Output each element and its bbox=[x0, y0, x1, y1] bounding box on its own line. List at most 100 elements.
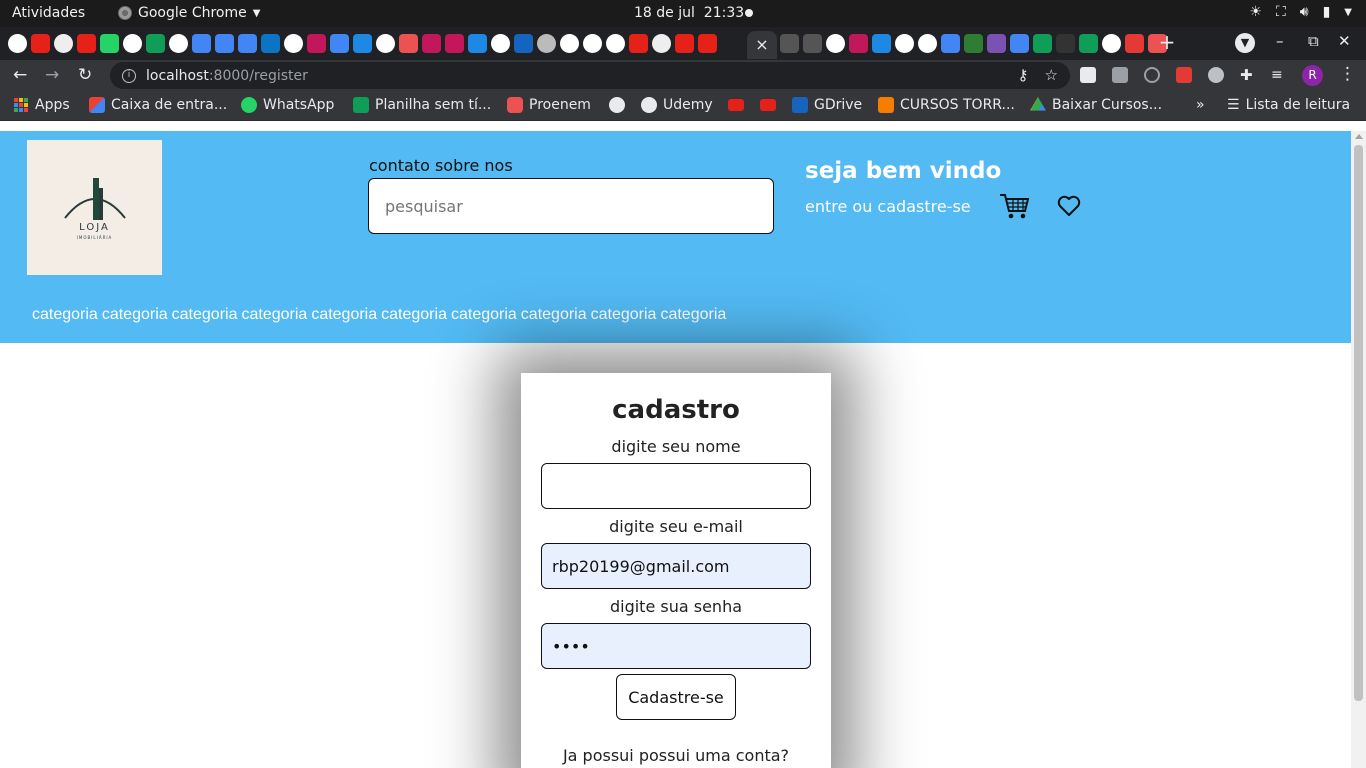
tab-favicon-icon[interactable] bbox=[1102, 34, 1121, 53]
tab-favicon-icon[interactable] bbox=[583, 34, 602, 53]
password-field[interactable] bbox=[541, 623, 811, 669]
bookmark-proenem[interactable]: Proenem bbox=[507, 97, 591, 113]
category-link[interactable]: categoria bbox=[660, 306, 726, 324]
tab-favicon-icon[interactable] bbox=[307, 34, 326, 53]
tab-favicon-icon[interactable] bbox=[445, 34, 464, 53]
register-submit-button[interactable]: Cadastre-se bbox=[616, 674, 736, 720]
tab-favicon-icon[interactable] bbox=[399, 34, 418, 53]
tab-favicon-icon[interactable] bbox=[100, 34, 119, 53]
scrollbar-thumb[interactable] bbox=[1354, 145, 1363, 701]
close-window-icon[interactable]: ✕ bbox=[1338, 32, 1351, 50]
star-icon[interactable]: ☆ bbox=[1045, 66, 1058, 84]
tab-favicon-icon[interactable] bbox=[872, 34, 891, 53]
category-link[interactable]: categoria bbox=[102, 306, 168, 324]
tab-favicon-icon[interactable] bbox=[284, 34, 303, 53]
more-menu-icon[interactable]: ⋮ bbox=[1339, 64, 1356, 84]
tab-favicon-icon[interactable] bbox=[54, 34, 73, 53]
bookmark-globe[interactable] bbox=[609, 97, 625, 113]
bookmark-udemy[interactable]: Udemy bbox=[641, 97, 713, 113]
key-icon[interactable]: ⚷ bbox=[1018, 66, 1029, 84]
info-icon[interactable]: i bbox=[122, 68, 136, 83]
tab-favicon-icon[interactable] bbox=[918, 34, 937, 53]
minimize-icon[interactable]: – bbox=[1276, 32, 1284, 50]
maximize-icon[interactable]: ⧉ bbox=[1308, 32, 1319, 50]
tab-favicon-icon[interactable] bbox=[192, 34, 211, 53]
tab-favicon-icon[interactable] bbox=[652, 34, 671, 53]
tab-favicon-icon[interactable] bbox=[849, 34, 868, 53]
tab-favicon-icon[interactable] bbox=[1033, 34, 1052, 53]
page-scrollbar[interactable] bbox=[1351, 131, 1366, 768]
close-icon[interactable]: × bbox=[755, 35, 768, 54]
bookmark-apps[interactable]: Apps bbox=[14, 97, 70, 113]
bookmarks-overflow-button[interactable]: » bbox=[1196, 97, 1205, 113]
tab-favicon-icon[interactable] bbox=[560, 34, 579, 53]
bookmark-whatsapp[interactable]: WhatsApp bbox=[241, 97, 334, 113]
tab-favicon-icon[interactable] bbox=[826, 34, 845, 53]
tab-favicon-icon[interactable] bbox=[353, 34, 372, 53]
reading-list-button[interactable]: ☰ Lista de leitura bbox=[1227, 97, 1350, 113]
tab-favicon-icon[interactable] bbox=[964, 34, 983, 53]
tab-favicon-icon[interactable] bbox=[169, 34, 188, 53]
tab-favicon-icon[interactable] bbox=[376, 34, 395, 53]
tab-favicon-icon[interactable] bbox=[987, 34, 1006, 53]
tab-favicon-icon[interactable] bbox=[146, 34, 165, 53]
clock[interactable]: 18 de jul 21:33 bbox=[634, 5, 744, 21]
category-link[interactable]: categoria bbox=[521, 306, 587, 324]
bookmark-youtube-1[interactable] bbox=[728, 97, 744, 111]
media-queue-icon[interactable]: ≡ bbox=[1271, 67, 1287, 83]
tab-favicon-icon[interactable] bbox=[895, 34, 914, 53]
tab-favicon-icon[interactable] bbox=[1079, 34, 1098, 53]
bookmark-planilha[interactable]: Planilha sem tí... bbox=[353, 97, 491, 113]
tab-favicon-icon[interactable] bbox=[491, 34, 510, 53]
tab-favicon-icon[interactable] bbox=[780, 34, 799, 53]
tab-favicon-icon[interactable] bbox=[31, 34, 50, 53]
address-bar[interactable]: i localhost:8000/register ⚷ ☆ bbox=[110, 62, 1070, 89]
system-tray[interactable]: ☀ ⛶ 🔊︎ ▮ ▼ bbox=[1249, 4, 1352, 20]
tab-favicon-icon[interactable] bbox=[215, 34, 234, 53]
login-prompt-text[interactable]: Ja possui possui uma conta? bbox=[521, 746, 831, 765]
search-input[interactable] bbox=[368, 178, 774, 234]
category-link[interactable]: categoria bbox=[172, 306, 238, 324]
bookmark-baixar-cursos[interactable]: Baixar Cursos... bbox=[1030, 97, 1162, 113]
avatar[interactable]: R bbox=[1302, 65, 1323, 86]
extension-circle-icon[interactable] bbox=[1144, 67, 1160, 83]
category-link[interactable]: categoria bbox=[591, 306, 657, 324]
name-field[interactable] bbox=[541, 463, 811, 509]
bookmark-cursos-torrent[interactable]: CURSOS TORR... bbox=[878, 97, 1015, 113]
tab-favicon-icon[interactable] bbox=[606, 34, 625, 53]
active-tab[interactable]: × bbox=[747, 31, 777, 59]
app-menu[interactable]: Google Chrome ▼ bbox=[118, 5, 260, 21]
tab-favicon-icon[interactable] bbox=[77, 34, 96, 53]
category-link[interactable]: categoria bbox=[451, 306, 517, 324]
tab-favicon-icon[interactable] bbox=[537, 34, 556, 53]
tab-favicon-icon[interactable] bbox=[238, 34, 257, 53]
extension-translate-icon[interactable] bbox=[1176, 67, 1192, 83]
activities-button[interactable]: Atividades bbox=[12, 5, 85, 21]
tab-favicon-icon[interactable] bbox=[422, 34, 441, 53]
tab-favicon-icon[interactable] bbox=[629, 34, 648, 53]
tab-favicon-icon[interactable] bbox=[675, 34, 694, 53]
back-arrow-icon[interactable]: ← bbox=[13, 65, 27, 85]
tab-favicon-icon[interactable] bbox=[698, 34, 717, 53]
tab-favicon-icon[interactable] bbox=[1125, 34, 1144, 53]
puzzle-icon[interactable]: ✚ bbox=[1240, 67, 1256, 83]
email-field[interactable] bbox=[541, 543, 811, 589]
extension-person-icon[interactable] bbox=[1112, 67, 1128, 83]
bookmark-youtube-2[interactable] bbox=[760, 97, 776, 111]
site-logo[interactable]: LOJA IMOBILIÁRIA bbox=[27, 140, 162, 275]
tab-favicon-icon[interactable] bbox=[1056, 34, 1075, 53]
tab-search-icon[interactable]: ▼ bbox=[1235, 33, 1255, 53]
scroll-up-arrow-icon[interactable] bbox=[1355, 134, 1363, 139]
tab-favicon-icon[interactable] bbox=[330, 34, 349, 53]
heart-icon[interactable] bbox=[1057, 195, 1081, 217]
tab-favicon-icon[interactable] bbox=[514, 34, 533, 53]
reload-icon[interactable]: ↻ bbox=[78, 65, 92, 85]
tab-favicon-icon[interactable] bbox=[1010, 34, 1029, 53]
category-link[interactable]: categoria bbox=[381, 306, 447, 324]
tab-favicon-icon[interactable] bbox=[123, 34, 142, 53]
tab-favicon-icon[interactable] bbox=[261, 34, 280, 53]
forward-arrow-icon[interactable]: → bbox=[45, 65, 59, 85]
category-link[interactable]: categoria bbox=[32, 306, 98, 324]
category-link[interactable]: categoria bbox=[241, 306, 307, 324]
tab-favicon-icon[interactable] bbox=[468, 34, 487, 53]
